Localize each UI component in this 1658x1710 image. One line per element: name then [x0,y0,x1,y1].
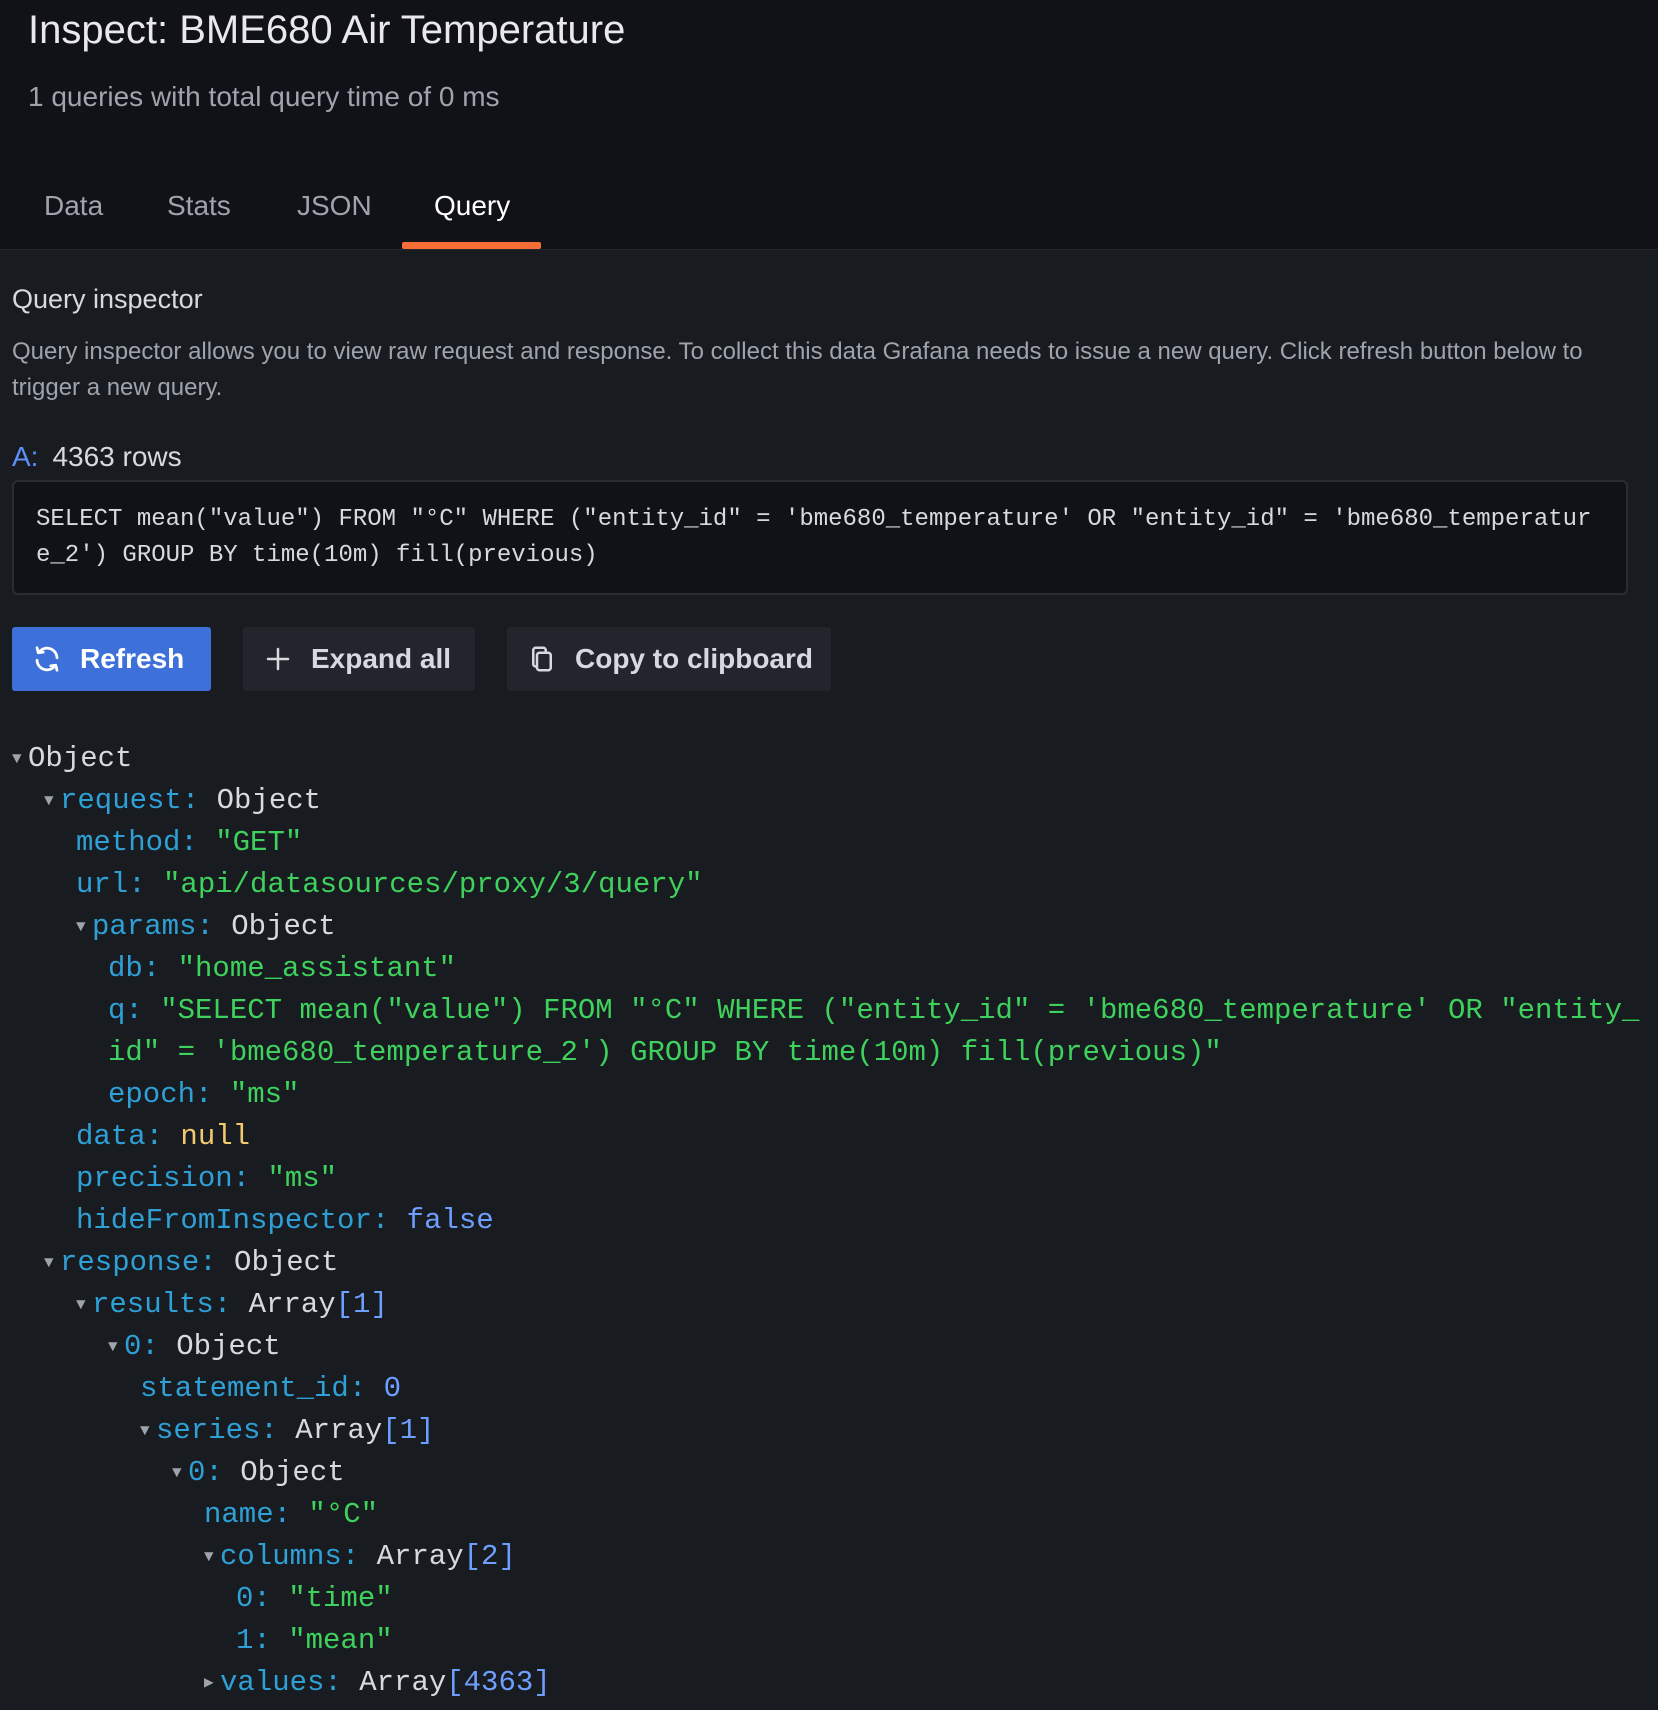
expand-all-button[interactable]: Expand all [243,627,475,691]
query-row-count: A: 4363 rows [12,441,182,473]
tab-data[interactable]: Data [44,190,103,250]
tree-node-series[interactable]: ▼ series: Array[1] [140,1410,434,1452]
collapse-arrow-icon[interactable]: ▼ [44,780,60,822]
tree-node-params[interactable]: ▼ params: Object [76,906,336,948]
tree-node-statement-id: statement_id: 0 [140,1372,402,1405]
tree-node-column-0: 0: "time" [236,1582,393,1615]
tree-node-data: data: null [76,1120,251,1153]
inspect-header: Inspect: BME680 Air Temperature 1 querie… [0,0,1658,250]
tree-node-epoch: epoch: "ms" [108,1078,300,1111]
expand-arrow-icon[interactable]: ▶ [204,1662,220,1704]
tree-node-column-1: 1: "mean" [236,1624,393,1657]
query-ref-id: A: [12,441,39,472]
copy-label: Copy to clipboard [575,643,813,674]
refresh-button[interactable]: Refresh [12,627,211,691]
collapse-arrow-icon[interactable]: ▼ [140,1410,156,1452]
tree-node-columns[interactable]: ▼ columns: Array[2] [204,1536,516,1578]
expand-all-label: Expand all [311,643,452,674]
tab-query[interactable]: Query [434,190,510,250]
copy-icon [527,644,557,674]
tree-node-series-0[interactable]: ▼ 0: Object [172,1452,345,1494]
active-tab-indicator [402,242,541,249]
page-title: Inspect: BME680 Air Temperature [28,8,626,52]
tree-node-result-0[interactable]: ▼ 0: Object [108,1326,281,1368]
tree-node-name: name: "°C" [204,1498,379,1531]
tree-node-url: url: "api/datasources/proxy/3/query" [76,868,703,901]
copy-to-clipboard-button[interactable]: Copy to clipboard [507,627,831,691]
tree-node-method: method: "GET" [76,826,303,859]
divider [0,249,1658,250]
tree-node-q-continued: id" = 'bme680_temperature_2') GROUP BY t… [108,1036,1222,1069]
tree-node-request[interactable]: ▼ request: Object [44,780,321,822]
query-inspector-description: Query inspector allows you to view raw r… [12,338,1583,401]
tab-stats[interactable]: Stats [167,190,231,250]
tree-node-precision: precision: "ms" [76,1162,338,1195]
refresh-icon [32,644,62,674]
row-count: 4363 rows [52,441,182,472]
collapse-arrow-icon[interactable]: ▼ [12,738,28,780]
tree-node-db: db: "home_assistant" [108,952,457,985]
query-inspector-title: Query inspector [12,284,203,314]
tree-node-hide-from-inspector: hideFromInspector: false [76,1204,494,1237]
collapse-arrow-icon[interactable]: ▼ [204,1536,220,1578]
plus-icon [263,644,293,674]
collapse-arrow-icon[interactable]: ▼ [76,1284,92,1326]
tree-node-response[interactable]: ▼ response: Object [44,1242,338,1284]
page-subtitle: 1 queries with total query time of 0 ms [28,81,500,112]
tree-node-q: q: "SELECT mean("value") FROM "°C" WHERE… [108,994,1640,1027]
collapse-arrow-icon[interactable]: ▼ [76,906,92,948]
tree-node-root[interactable]: ▼ Object [12,738,132,780]
tree-node-values[interactable]: ▶ values: Array[4363] [204,1662,551,1704]
refresh-label: Refresh [80,643,185,674]
collapse-arrow-icon[interactable]: ▼ [108,1326,124,1368]
tab-json[interactable]: JSON [297,190,372,250]
tree-node-results[interactable]: ▼ results: Array[1] [76,1284,388,1326]
query-text-box: SELECT mean("value") FROM "°C" WHERE ("e… [12,480,1628,595]
collapse-arrow-icon[interactable]: ▼ [172,1452,188,1494]
collapse-arrow-icon[interactable]: ▼ [44,1242,60,1284]
